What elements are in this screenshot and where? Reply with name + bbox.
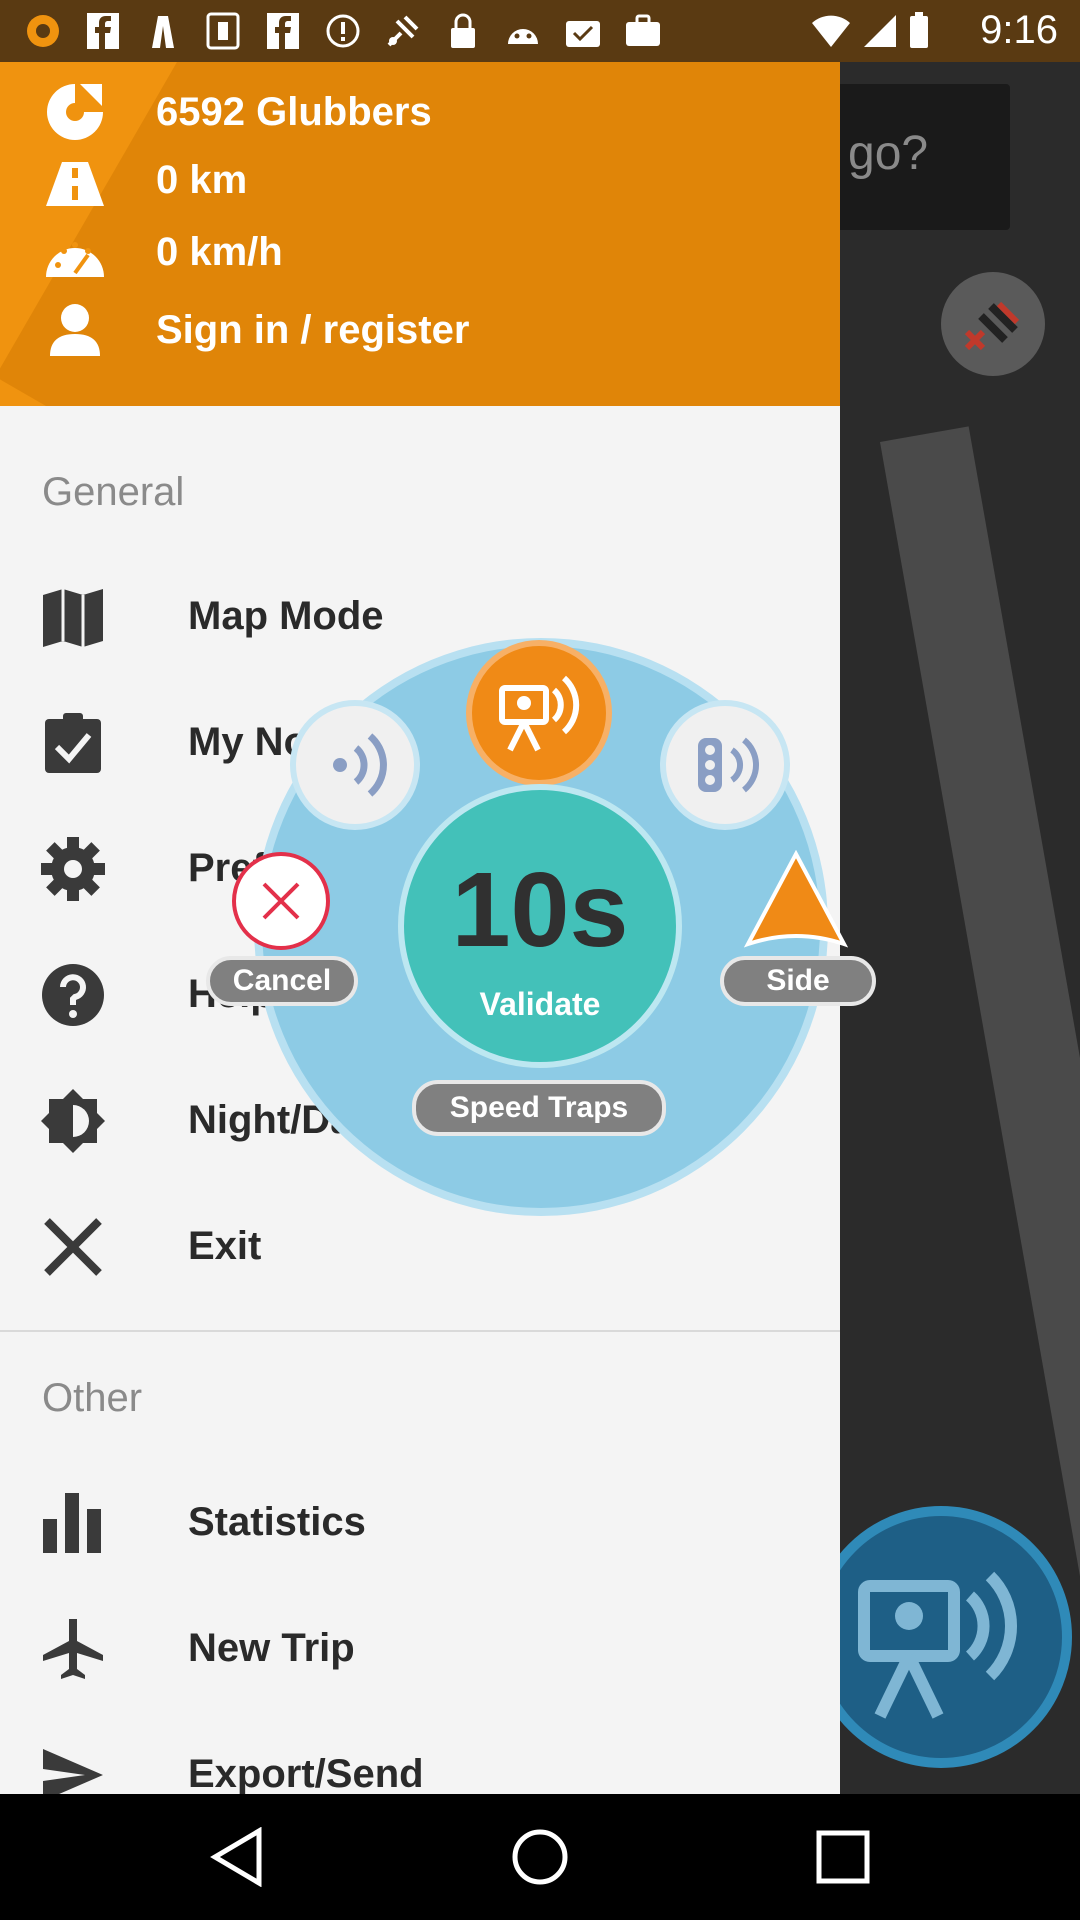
close-icon (40, 1214, 106, 1280)
points-value: 6592 Glubbers (156, 90, 432, 134)
cancel-report-button[interactable] (232, 852, 330, 950)
speed-value: 0 km/h (156, 230, 283, 274)
send-icon (40, 1742, 106, 1794)
sound-signal-icon (333, 733, 387, 797)
status-right-icons (810, 12, 930, 55)
section-title-other: Other (42, 1376, 143, 1420)
report-type-speed-camera-button[interactable] (466, 640, 612, 786)
gear-icon (40, 836, 106, 902)
android-icon (502, 10, 544, 52)
menu-item-map-mode[interactable]: Map Mode (0, 556, 840, 676)
menu-label: Map Mode (188, 594, 384, 638)
sign-in-link[interactable]: Sign in / register (156, 308, 469, 353)
side-arrow-button[interactable] (743, 849, 849, 950)
traffic-light-icon (698, 737, 759, 793)
task-icon (562, 10, 604, 52)
menu-label: Export/Send (188, 1752, 424, 1794)
signal-icon (142, 10, 184, 52)
facebook-icon-2 (262, 10, 304, 52)
speedometer-icon (40, 226, 110, 286)
distance-row: 0 km (40, 154, 247, 214)
status-bar: 9:16 (0, 0, 1080, 62)
wifi-icon (810, 13, 852, 54)
map-icon (40, 584, 106, 650)
section-title-general: General (42, 470, 185, 514)
app-icon (22, 10, 64, 52)
countdown-timer: 10s (451, 851, 629, 969)
road-icon (40, 154, 110, 214)
validate-label: Validate (479, 986, 601, 1022)
briefcase-icon (622, 10, 664, 52)
user-icon (40, 300, 110, 360)
distance-value: 0 km (156, 158, 248, 202)
speed-camera-icon (499, 675, 580, 752)
menu-item-new-trip[interactable]: New Trip (0, 1588, 840, 1708)
report-category-label: Speed Traps (412, 1080, 666, 1136)
points-row: 6592 Glubbers (40, 82, 432, 142)
clipboard-check-icon (40, 710, 106, 776)
side-arrow-icon (743, 849, 849, 948)
destination-search-placeholder: go? (848, 127, 929, 180)
report-type-sound-button[interactable] (290, 700, 420, 830)
cell-signal-icon (862, 13, 898, 54)
home-icon[interactable] (507, 1824, 573, 1890)
satellite-icon (382, 10, 424, 52)
menu-item-export-send[interactable]: Export/Send (0, 1714, 840, 1794)
menu-label: Statistics (188, 1500, 366, 1544)
validate-report-button[interactable]: 10s Validate (398, 784, 682, 1068)
night-day-icon (40, 1088, 106, 1154)
bar-chart-icon (40, 1490, 106, 1556)
side-label[interactable]: Side (720, 956, 876, 1006)
status-icons (22, 10, 664, 52)
airplane-icon (40, 1616, 106, 1682)
system-navigation-bar (0, 1794, 1080, 1920)
facebook-icon (82, 10, 124, 52)
menu-item-exit[interactable]: Exit (0, 1186, 840, 1306)
close-icon (262, 882, 300, 920)
drawer-header: 6592 Glubbers 0 km 0 km/h Sign in / regi… (0, 62, 840, 406)
gps-off-icon (964, 301, 1020, 351)
cancel-label[interactable]: Cancel (206, 956, 358, 1006)
app-logo-icon (40, 82, 110, 142)
recents-icon[interactable] (810, 1824, 876, 1890)
gps-status-button[interactable] (941, 272, 1045, 376)
lock-icon (442, 10, 484, 52)
game-icon (202, 10, 244, 52)
section-divider (0, 1330, 840, 1332)
menu-item-statistics[interactable]: Statistics (0, 1462, 840, 1582)
help-icon (40, 962, 106, 1028)
info-icon (322, 10, 364, 52)
speed-trap-report-button[interactable] (810, 1506, 1072, 1768)
menu-label: New Trip (188, 1626, 355, 1670)
menu-label: Exit (188, 1224, 262, 1268)
speed-camera-icon (858, 1571, 1018, 1719)
sign-in-row[interactable]: Sign in / register (40, 300, 469, 360)
speed-row: 0 km/h (40, 226, 283, 286)
back-icon[interactable] (204, 1824, 270, 1890)
status-time: 9:16 (980, 8, 1058, 52)
report-type-traffic-light-button[interactable] (660, 700, 790, 830)
battery-icon (908, 12, 930, 55)
